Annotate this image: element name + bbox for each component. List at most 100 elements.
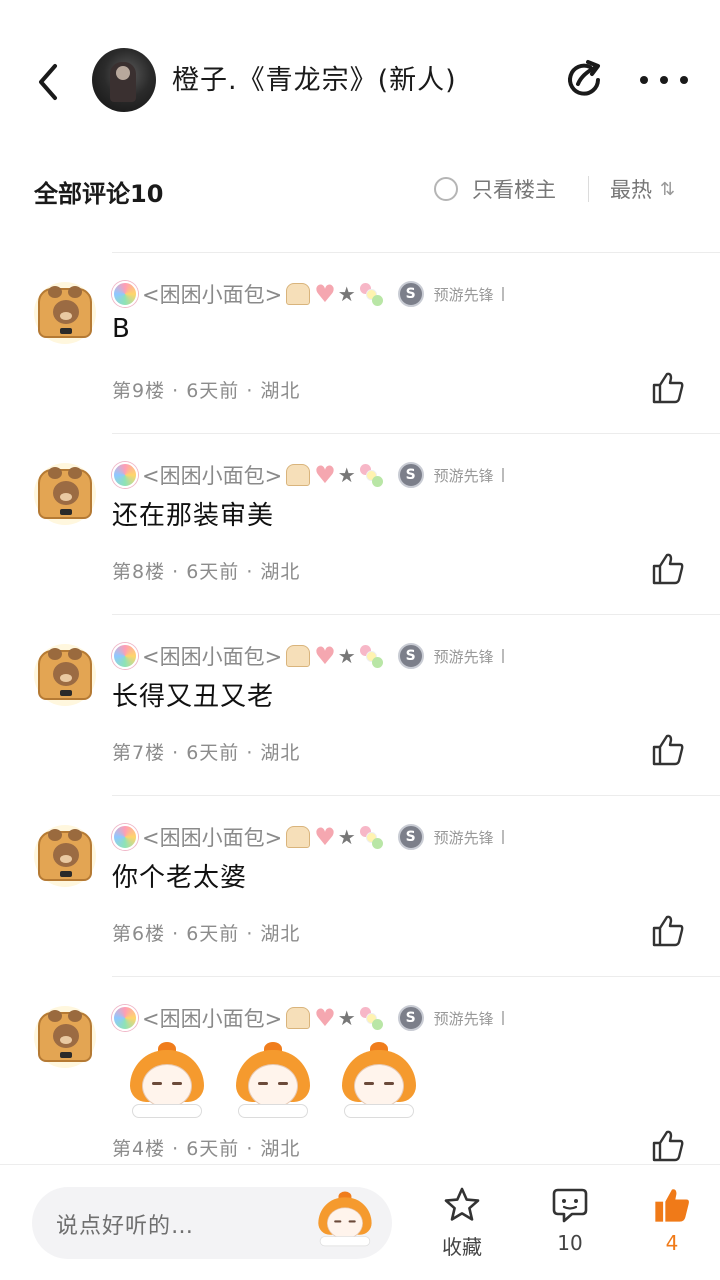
like-button[interactable] (650, 732, 686, 768)
thumbs-up-icon (652, 734, 684, 766)
commenter-name-row[interactable]: <困困小面包> ♥ ★ S 预游先锋 (112, 276, 504, 312)
comment-meta: 第8楼 · 6天前 · 湖北 (112, 561, 301, 583)
comment-text: 你个老太婆 (112, 863, 248, 893)
commenter-username[interactable]: <困困小面包> (142, 822, 282, 852)
share-icon (568, 60, 600, 96)
more-options-button[interactable] (640, 62, 688, 98)
share-button[interactable] (562, 58, 606, 102)
user-badge-label: 预游先锋 (433, 1009, 494, 1028)
comment-input-placeholder: 说点好听的… (56, 1214, 195, 1239)
heart-icon: ♥ (314, 823, 336, 851)
radio-icon[interactable] (434, 177, 458, 201)
heart-icon: ♥ (314, 642, 336, 670)
lollipop-icon (112, 824, 138, 850)
toast-icon (286, 464, 311, 486)
dot-icon (660, 76, 668, 84)
op-only-toggle[interactable]: 只看楼主 (434, 174, 556, 204)
commenter-name-row[interactable]: <困困小面包> ♥ ★ S 预游先锋 (112, 819, 504, 855)
dot-icon (680, 76, 688, 84)
comment-meta: 第7楼 · 6天前 · 湖北 (112, 742, 301, 764)
divider (112, 614, 720, 615)
divider (112, 795, 720, 796)
divider (112, 976, 720, 977)
comment-text: 长得又丑又老 (112, 682, 275, 712)
commenter-avatar[interactable] (34, 825, 96, 887)
author-avatar[interactable] (92, 48, 156, 112)
comment-text: B (112, 314, 131, 344)
commenter-name-row[interactable]: <困困小面包> ♥ ★ S 预游先锋 (112, 638, 504, 674)
user-badge-label: 预游先锋 (433, 647, 494, 666)
comment-item: <困困小面包> ♥ ★ S 预游先锋 还在那装审美 第8楼 · 6天前 · 湖北 (0, 433, 720, 613)
commenter-username[interactable]: <困困小面包> (142, 1003, 282, 1033)
comment-item: <困困小面包> ♥ ★ S 预游先锋 长得又丑又老 第7楼 · 6天前 · 湖北 (0, 614, 720, 794)
collect-label: 收藏 (442, 1235, 482, 1259)
thumbs-up-icon (652, 553, 684, 585)
toast-icon (286, 283, 311, 305)
commenter-avatar[interactable] (34, 1006, 96, 1068)
toast-icon (286, 826, 311, 848)
toast-icon (286, 645, 311, 667)
thumbs-up-filled-icon (655, 1189, 689, 1222)
sticker-picker-button[interactable] (314, 1191, 378, 1253)
op-only-label: 只看楼主 (472, 178, 556, 202)
badge-level-icon (501, 1011, 504, 1025)
star-icon: ★ (337, 825, 356, 849)
post-like-button[interactable]: 4 (632, 1185, 712, 1265)
divider (112, 433, 720, 434)
sort-label: 最热 (610, 178, 652, 202)
commenter-avatar[interactable] (34, 463, 96, 525)
commenter-name-row[interactable]: <困困小面包> ♥ ★ S 预游先锋 (112, 457, 504, 493)
commenter-avatar[interactable] (34, 644, 96, 706)
like-button[interactable] (650, 1128, 686, 1164)
heart-icon: ♥ (314, 280, 336, 308)
star-icon: ★ (337, 282, 356, 306)
like-button[interactable] (650, 913, 686, 949)
comments-button[interactable]: 10 (530, 1185, 610, 1265)
back-button[interactable] (28, 60, 68, 104)
comment-meta: 第4楼 · 6天前 · 湖北 (112, 1138, 301, 1160)
divider (588, 176, 589, 202)
star-icon: ★ (337, 463, 356, 487)
dango-icon (358, 281, 384, 307)
user-badge-label: 预游先锋 (433, 828, 494, 847)
commenter-name-row[interactable]: <困困小面包> ♥ ★ S 预游先锋 (112, 1000, 504, 1036)
badge-icon: S (397, 824, 424, 850)
comment-item: <困困小面包> ♥ ★ S 预游先锋 你个老太婆 第6楼 · 6天前 · 湖北 (0, 795, 720, 975)
back-arrow-icon (39, 64, 57, 100)
sort-button[interactable]: 最热 ⇅ (610, 174, 675, 204)
badge-icon: S (397, 462, 424, 488)
badge-level-icon (501, 830, 504, 844)
thumbs-up-icon (652, 915, 684, 947)
sticker-image[interactable] (336, 1042, 422, 1126)
lollipop-icon (112, 1005, 138, 1031)
comment-input[interactable]: 说点好听的… (32, 1187, 392, 1259)
dango-icon (358, 462, 384, 488)
post-author-name[interactable]: 橙子.《青龙宗》(新人) (172, 58, 457, 97)
like-button[interactable] (650, 370, 686, 406)
comment-stickers (120, 1038, 440, 1134)
bottom-action-bar: 说点好听的… 收藏 10 4 (0, 1164, 720, 1280)
comment-meta: 第9楼 · 6天前 · 湖北 (112, 380, 301, 402)
top-bar: 橙子.《青龙宗》(新人) (0, 0, 720, 160)
badge-icon: S (397, 1005, 424, 1031)
sticker-image[interactable] (230, 1042, 316, 1126)
sticker-image[interactable] (124, 1042, 210, 1126)
collect-button[interactable]: 收藏 (422, 1185, 502, 1265)
all-comments-heading: 全部评论10 (34, 180, 164, 208)
commenter-username[interactable]: <困困小面包> (142, 460, 282, 490)
lollipop-icon (112, 643, 138, 669)
like-button[interactable] (650, 551, 686, 587)
star-outline-icon (444, 1187, 480, 1221)
commenter-avatar[interactable] (34, 282, 96, 344)
dango-icon (358, 824, 384, 850)
commenter-username[interactable]: <困困小面包> (142, 279, 282, 309)
dango-icon (358, 1005, 384, 1031)
commenter-username[interactable]: <困困小面包> (142, 641, 282, 671)
like-count: 4 (665, 1231, 679, 1255)
user-badge-label: 预游先锋 (433, 466, 494, 485)
badge-level-icon (501, 468, 504, 482)
sticker-icon (314, 1191, 376, 1252)
comment-text: 还在那装审美 (112, 501, 275, 531)
toast-icon (286, 1007, 311, 1029)
comment-item: <困困小面包> ♥ ★ S 预游先锋 第4楼 · 6天前 · 湖北 (0, 976, 720, 1164)
